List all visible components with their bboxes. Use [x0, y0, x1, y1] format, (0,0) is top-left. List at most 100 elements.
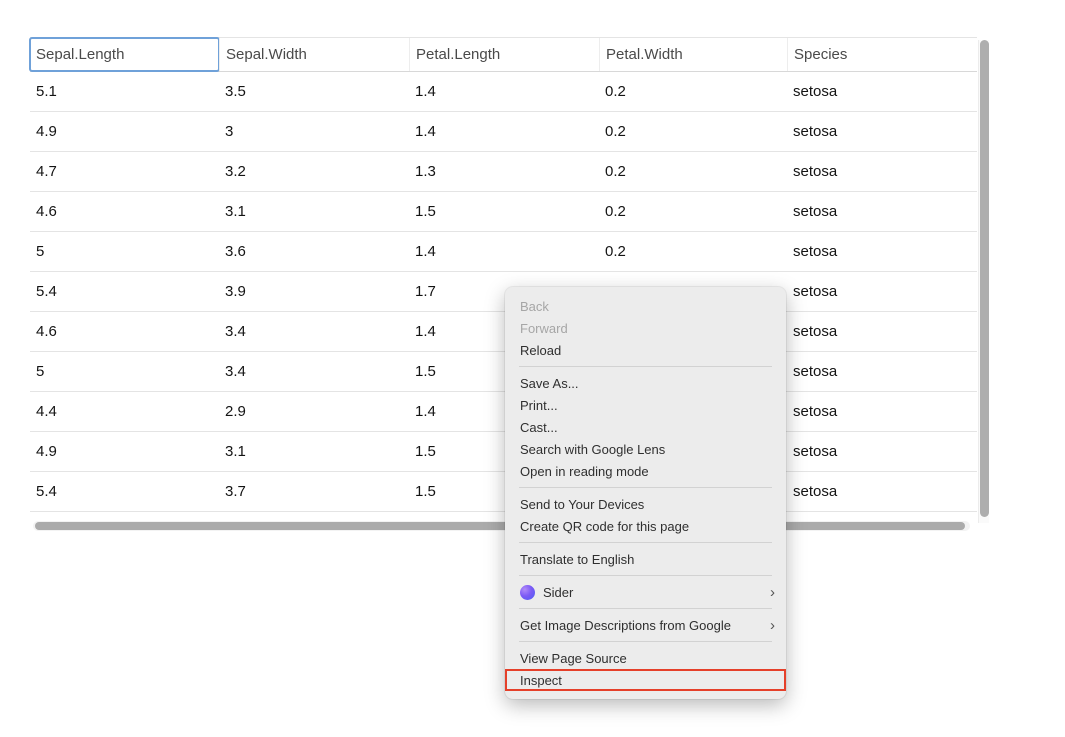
menu-item-create-qr-code-for-this-page[interactable]: Create QR code for this page: [505, 515, 786, 537]
menu-item-search-with-google-lens[interactable]: Search with Google Lens: [505, 438, 786, 460]
table-row: 4.931.40.2setosa: [30, 112, 977, 152]
table-cell: 3.5: [219, 83, 409, 100]
table-cell: 5.4: [30, 283, 219, 300]
data-table: Sepal.LengthSepal.WidthPetal.LengthPetal…: [30, 37, 977, 512]
menu-item-label: Sider: [543, 585, 573, 600]
menu-item-label: Get Image Descriptions from Google: [520, 618, 731, 633]
menu-item-get-image-descriptions-from-google[interactable]: Get Image Descriptions from Google ›: [505, 614, 786, 636]
table-cell: setosa: [787, 83, 977, 100]
column-header-petal-length[interactable]: Petal.Length: [409, 38, 599, 71]
table-cell: setosa: [787, 403, 977, 420]
table-cell: 0.2: [599, 163, 787, 180]
table-row: 5.43.91.7setosa: [30, 272, 977, 312]
table-cell: setosa: [787, 203, 977, 220]
menu-item-label: Inspect: [520, 673, 562, 688]
menu-item-sider[interactable]: Sider ›: [505, 581, 786, 603]
table-cell: 3.6: [219, 243, 409, 260]
table-cell: 4.4: [30, 403, 219, 420]
vertical-scrollbar[interactable]: [978, 40, 989, 523]
table-cell: 0.2: [599, 243, 787, 260]
chevron-right-icon: ›: [770, 585, 775, 600]
table-cell: 5: [30, 363, 219, 380]
column-header-petal-width[interactable]: Petal.Width: [599, 38, 787, 71]
table-cell: setosa: [787, 363, 977, 380]
table-cell: 3: [219, 123, 409, 140]
table-cell: 4.6: [30, 323, 219, 340]
table-cell: 0.2: [599, 83, 787, 100]
menu-item-label: Create QR code for this page: [520, 519, 689, 534]
table-cell: 5.4: [30, 483, 219, 500]
menu-separator: [519, 366, 772, 367]
menu-item-translate-to-english[interactable]: Translate to English: [505, 548, 786, 570]
table-cell: 4.7: [30, 163, 219, 180]
table-body: 5.13.51.40.2setosa4.931.40.2setosa4.73.2…: [30, 72, 977, 512]
table-cell: 1.4: [409, 243, 599, 260]
table-cell: 3.9: [219, 283, 409, 300]
chevron-right-icon: ›: [770, 618, 775, 633]
menu-separator: [519, 575, 772, 576]
menu-item-label: Search with Google Lens: [520, 442, 665, 457]
horizontal-scrollbar[interactable]: [33, 521, 970, 531]
table-cell: 1.3: [409, 163, 599, 180]
table-cell: 3.4: [219, 323, 409, 340]
table-cell: setosa: [787, 283, 977, 300]
horizontal-scrollbar-thumb[interactable]: [35, 522, 965, 530]
menu-item-label: Print...: [520, 398, 558, 413]
table-row: 53.41.5setosa: [30, 352, 977, 392]
table-cell: 5.1: [30, 83, 219, 100]
menu-item-save-as-[interactable]: Save As...: [505, 372, 786, 394]
menu-item-label: Reload: [520, 343, 561, 358]
menu-item-send-to-your-devices[interactable]: Send to Your Devices: [505, 493, 786, 515]
column-header-species[interactable]: Species: [787, 38, 977, 71]
menu-item-reload[interactable]: Reload: [505, 339, 786, 361]
table-cell: 4.6: [30, 203, 219, 220]
table-cell: 3.4: [219, 363, 409, 380]
menu-item-label: Cast...: [520, 420, 558, 435]
table-row: 4.42.91.4setosa: [30, 392, 977, 432]
table-cell: 0.2: [599, 203, 787, 220]
menu-item-cast-[interactable]: Cast...: [505, 416, 786, 438]
menu-separator: [519, 641, 772, 642]
vertical-scrollbar-thumb[interactable]: [980, 40, 989, 517]
menu-item-inspect[interactable]: Inspect: [505, 669, 786, 691]
table-cell: 1.4: [409, 83, 599, 100]
table-row: 4.93.11.5setosa: [30, 432, 977, 472]
table-cell: setosa: [787, 163, 977, 180]
menu-separator: [519, 542, 772, 543]
table-cell: setosa: [787, 123, 977, 140]
menu-item-view-page-source[interactable]: View Page Source: [505, 647, 786, 669]
menu-item-open-in-reading-mode[interactable]: Open in reading mode: [505, 460, 786, 482]
menu-item-label: Translate to English: [520, 552, 634, 567]
table-cell: 2.9: [219, 403, 409, 420]
menu-separator: [519, 487, 772, 488]
menu-item-label: Back: [520, 299, 549, 314]
menu-item-back: Back: [505, 295, 786, 317]
table-cell: setosa: [787, 323, 977, 340]
table-row: 5.13.51.40.2setosa: [30, 72, 977, 112]
column-header-sepal-width[interactable]: Sepal.Width: [219, 38, 409, 71]
table-header-row: Sepal.LengthSepal.WidthPetal.LengthPetal…: [30, 37, 977, 72]
menu-item-label: View Page Source: [520, 651, 627, 666]
table-row: 5.43.71.5setosa: [30, 472, 977, 512]
menu-separator: [519, 608, 772, 609]
table-cell: 5: [30, 243, 219, 260]
table-row: 4.63.11.50.2setosa: [30, 192, 977, 232]
table-cell: setosa: [787, 483, 977, 500]
sider-icon: [520, 585, 535, 600]
menu-item-label: Save As...: [520, 376, 579, 391]
table-cell: 4.9: [30, 123, 219, 140]
menu-item-forward: Forward: [505, 317, 786, 339]
table-cell: 0.2: [599, 123, 787, 140]
table-row: 4.63.41.4setosa: [30, 312, 977, 352]
column-header-sepal-length[interactable]: Sepal.Length: [30, 38, 219, 71]
menu-item-print-[interactable]: Print...: [505, 394, 786, 416]
menu-item-label: Send to Your Devices: [520, 497, 644, 512]
context-menu: Back Forward Reload Save As... Print... Cast.…: [505, 287, 786, 699]
table-cell: 1.4: [409, 123, 599, 140]
table-cell: 3.7: [219, 483, 409, 500]
table-cell: 3.1: [219, 203, 409, 220]
menu-item-label: Open in reading mode: [520, 464, 649, 479]
table-cell: 3.1: [219, 443, 409, 460]
table-cell: setosa: [787, 443, 977, 460]
table-cell: setosa: [787, 243, 977, 260]
